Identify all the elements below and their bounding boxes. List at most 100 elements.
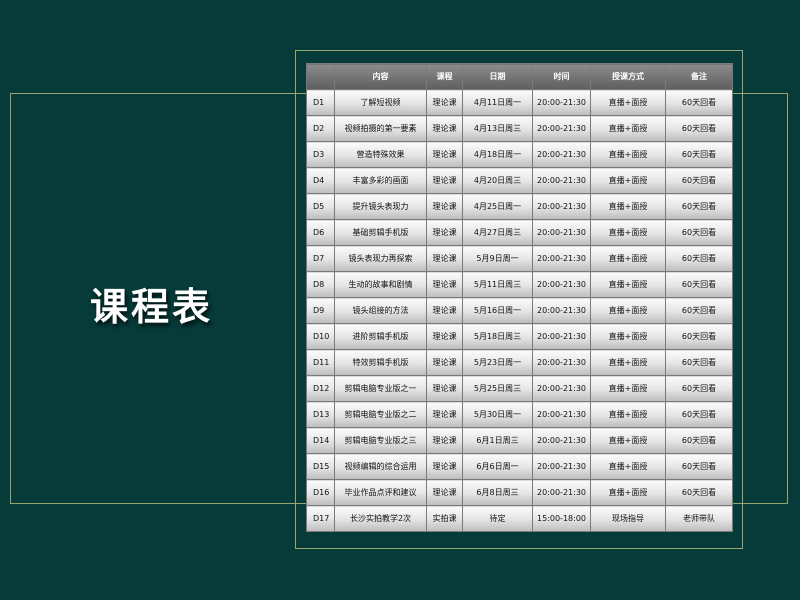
cell-content: 镜头组接的方法	[334, 297, 427, 324]
cell-course: 理论课	[426, 219, 463, 246]
table-row: D12 剪辑电脑专业版之一 理论课 5月25日周三 20:00-21:30 直播+面授 60…	[306, 375, 733, 402]
cell-time: 15:00-18:00	[532, 505, 591, 532]
cell-content: 丰富多彩的画面	[334, 167, 427, 194]
table-row: D17 长沙实拍教学2次 实拍课 待定 15:00-18:00 现场指导 老师带队	[306, 505, 733, 532]
cell-date: 5月18日周三	[462, 323, 533, 350]
header-cell-content: 内容	[334, 63, 427, 90]
cell-course: 理论课	[426, 297, 463, 324]
cell-time: 20:00-21:30	[532, 141, 591, 168]
cell-day: D5	[306, 193, 335, 220]
cell-content: 剪辑电脑专业版之一	[334, 375, 427, 402]
cell-mode: 直播+面授	[590, 271, 666, 298]
cell-day: D7	[306, 245, 335, 272]
cell-remark: 60天回看	[665, 219, 733, 246]
cell-day: D6	[306, 219, 335, 246]
cell-date: 4月11日周一	[462, 89, 533, 116]
table-row: D1 了解短视频 理论课 4月11日周一 20:00-21:30 直播+面授 60天回看	[306, 89, 733, 116]
cell-time: 20:00-21:30	[532, 375, 591, 402]
cell-time: 20:00-21:30	[532, 453, 591, 480]
cell-content: 进阶剪辑手机版	[334, 323, 427, 350]
cell-remark: 60天回看	[665, 349, 733, 376]
cell-content: 了解短视频	[334, 89, 427, 116]
slide-title: 课程表	[90, 285, 214, 329]
cell-date: 4月13日周三	[462, 115, 533, 142]
table-row: D3 营造特殊效果 理论课 4月18日周一 20:00-21:30 直播+面授 60天回看	[306, 141, 733, 168]
cell-date: 5月30日周一	[462, 401, 533, 428]
cell-remark: 60天回看	[665, 401, 733, 428]
cell-time: 20:00-21:30	[532, 349, 591, 376]
cell-mode: 直播+面授	[590, 453, 666, 480]
cell-date: 5月23日周一	[462, 349, 533, 376]
table-row: D2 视频拍摄的第一要素 理论课 4月13日周三 20:00-21:30 直播+面授 60天…	[306, 115, 733, 142]
cell-content: 剪辑电脑专业版之三	[334, 427, 427, 454]
cell-course: 理论课	[426, 323, 463, 350]
cell-content: 生动的故事和剧情	[334, 271, 427, 298]
cell-day: D3	[306, 141, 335, 168]
cell-remark: 60天回看	[665, 115, 733, 142]
cell-mode: 直播+面授	[590, 427, 666, 454]
cell-content: 基础剪辑手机版	[334, 219, 427, 246]
cell-time: 20:00-21:30	[532, 427, 591, 454]
cell-time: 20:00-21:30	[532, 89, 591, 116]
cell-mode: 直播+面授	[590, 193, 666, 220]
table-row: D4 丰富多彩的画面 理论课 4月20日周三 20:00-21:30 直播+面授 60天回看	[306, 167, 733, 194]
cell-remark: 老师带队	[665, 505, 733, 532]
cell-course: 理论课	[426, 375, 463, 402]
cell-day: D17	[306, 505, 335, 532]
cell-day: D4	[306, 167, 335, 194]
cell-day: D2	[306, 115, 335, 142]
header-cell-course: 课程	[426, 63, 463, 90]
cell-course: 理论课	[426, 167, 463, 194]
cell-course: 理论课	[426, 115, 463, 142]
cell-remark: 60天回看	[665, 323, 733, 350]
cell-course: 理论课	[426, 141, 463, 168]
cell-mode: 现场指导	[590, 505, 666, 532]
cell-course: 理论课	[426, 193, 463, 220]
cell-remark: 60天回看	[665, 297, 733, 324]
header-cell-mode: 授课方式	[590, 63, 666, 90]
table-row: D8 生动的故事和剧情 理论课 5月11日周三 20:00-21:30 直播+面授 60天回…	[306, 271, 733, 298]
cell-mode: 直播+面授	[590, 323, 666, 350]
cell-mode: 直播+面授	[590, 297, 666, 324]
cell-remark: 60天回看	[665, 89, 733, 116]
cell-content: 视频编辑的综合运用	[334, 453, 427, 480]
cell-content: 长沙实拍教学2次	[334, 505, 427, 532]
cell-date: 5月16日周一	[462, 297, 533, 324]
header-row: 内容 课程 日期 时间 授课方式 备注	[306, 63, 733, 90]
cell-course: 理论课	[426, 349, 463, 376]
cell-time: 20:00-21:30	[532, 323, 591, 350]
cell-course: 理论课	[426, 401, 463, 428]
cell-date: 4月27日周三	[462, 219, 533, 246]
cell-date: 4月25日周一	[462, 193, 533, 220]
table-row: D16 毕业作品点评和建议 理论课 6月8日周三 20:00-21:30 直播+面授 60天…	[306, 479, 733, 506]
cell-remark: 60天回看	[665, 453, 733, 480]
cell-date: 6月6日周一	[462, 453, 533, 480]
cell-day: D9	[306, 297, 335, 324]
table-row: D9 镜头组接的方法 理论课 5月16日周一 20:00-21:30 直播+面授 60天回看	[306, 297, 733, 324]
cell-date: 5月25日周三	[462, 375, 533, 402]
cell-time: 20:00-21:30	[532, 193, 591, 220]
cell-content: 视频拍摄的第一要素	[334, 115, 427, 142]
cell-mode: 直播+面授	[590, 115, 666, 142]
cell-mode: 直播+面授	[590, 375, 666, 402]
cell-date: 6月8日周三	[462, 479, 533, 506]
cell-mode: 直播+面授	[590, 141, 666, 168]
cell-mode: 直播+面授	[590, 349, 666, 376]
cell-content: 特效剪辑手机版	[334, 349, 427, 376]
cell-time: 20:00-21:30	[532, 297, 591, 324]
cell-content: 剪辑电脑专业版之二	[334, 401, 427, 428]
cell-time: 20:00-21:30	[532, 167, 591, 194]
cell-date: 4月18日周一	[462, 141, 533, 168]
cell-time: 20:00-21:30	[532, 115, 591, 142]
table-row: D13 剪辑电脑专业版之二 理论课 5月30日周一 20:00-21:30 直播+面授 60…	[306, 401, 733, 428]
cell-date: 待定	[462, 505, 533, 532]
cell-mode: 直播+面授	[590, 401, 666, 428]
cell-course: 理论课	[426, 453, 463, 480]
header-cell-remark: 备注	[665, 63, 733, 90]
cell-content: 提升镜头表现力	[334, 193, 427, 220]
cell-course: 理论课	[426, 271, 463, 298]
cell-remark: 60天回看	[665, 375, 733, 402]
cell-day: D16	[306, 479, 335, 506]
cell-mode: 直播+面授	[590, 219, 666, 246]
cell-day: D12	[306, 375, 335, 402]
